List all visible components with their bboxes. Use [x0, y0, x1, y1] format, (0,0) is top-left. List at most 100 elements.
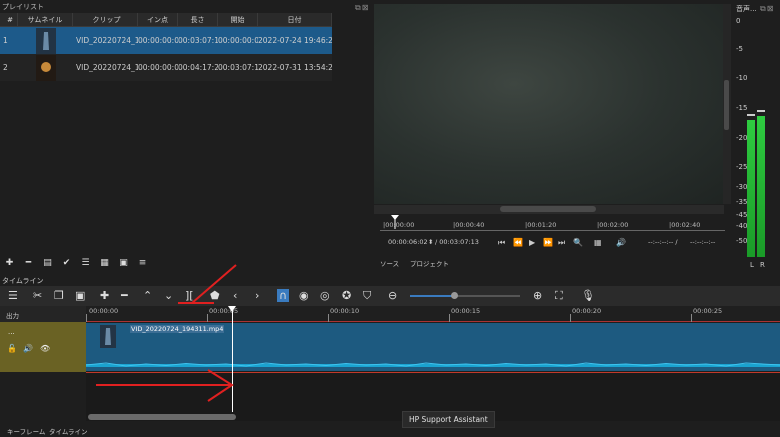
- fast-forward-icon[interactable]: ⏩: [543, 238, 553, 247]
- row-date: 2022-07-31 13:54:27: [258, 63, 332, 72]
- thumbnail: [18, 54, 73, 81]
- rewind-icon[interactable]: ⏪: [513, 238, 523, 247]
- remove-icon[interactable]: ━: [21, 257, 36, 269]
- menu-icon[interactable]: ≡: [135, 257, 150, 269]
- track-name[interactable]: ...: [8, 328, 15, 336]
- mute-icon[interactable]: 🔊: [23, 344, 33, 353]
- db-label: -45: [736, 211, 748, 219]
- timeline-hscroll-thumb[interactable]: [88, 414, 236, 420]
- timeline-ruler[interactable]: 00:00:00 00:00:05 00:00:10 00:00:15 00:0…: [86, 306, 780, 322]
- row-start: 00:03:07:13: [218, 63, 258, 72]
- ruler-tick: [86, 314, 87, 322]
- ruler-label: |00:00:40: [453, 221, 485, 229]
- grid-view-icon[interactable]: ▦: [97, 257, 112, 269]
- row-num: 1: [3, 36, 8, 45]
- volume-icon[interactable]: 🔊: [616, 238, 626, 247]
- pane-float-icon[interactable]: ⧉⊠: [355, 3, 369, 13]
- thumbnail: [18, 27, 73, 54]
- zoom-in-icon[interactable]: ⊕: [533, 289, 542, 302]
- list-view-icon[interactable]: ☰: [78, 257, 93, 269]
- output-label: 出力: [6, 312, 19, 320]
- video-preview[interactable]: [374, 4, 724, 204]
- annotation-arrow: [178, 264, 237, 304]
- player-hscroll-thumb[interactable]: [500, 206, 596, 212]
- tab-project[interactable]: プロジェクト: [410, 258, 449, 268]
- row-clip: VID_20220724_1...: [76, 36, 138, 45]
- ruler-tick: [449, 314, 450, 322]
- col-thumb[interactable]: サムネイル: [18, 13, 73, 27]
- cut-icon[interactable]: ✂: [33, 289, 42, 302]
- lock-icon[interactable]: 🔓: [7, 344, 17, 353]
- record-audio-icon[interactable]: 🎙: [581, 289, 595, 302]
- col-in[interactable]: イン点: [138, 13, 178, 26]
- ruler-label: |00:01:20: [525, 221, 557, 229]
- snap-icon[interactable]: ∩: [277, 289, 290, 302]
- ruler-label: 00:00:10: [330, 307, 360, 315]
- tab-keyframes[interactable]: キーフレーム: [7, 426, 45, 436]
- tab-timeline[interactable]: タイムライン: [49, 426, 88, 436]
- db-label: 0: [736, 17, 741, 25]
- player-vscroll-thumb[interactable]: [724, 80, 729, 130]
- scrub-icon[interactable]: ◉: [299, 289, 309, 302]
- eye-icon[interactable]: 👁: [40, 344, 50, 353]
- col-clip[interactable]: クリップ: [73, 13, 138, 26]
- db-label: -40: [736, 222, 748, 230]
- zoom-icon[interactable]: 🔍: [573, 238, 583, 247]
- playlist-row[interactable]: 2 VID_20220724_1... 00:00:00:00 00:04:17…: [0, 54, 332, 81]
- skip-end-icon[interactable]: ⏭: [558, 238, 565, 248]
- zoom-slider-handle[interactable]: [451, 292, 458, 299]
- col-length[interactable]: 長さ: [178, 13, 218, 26]
- row-start: 00:00:00:00: [218, 36, 258, 45]
- ripple-all-icon[interactable]: ✪: [342, 289, 351, 302]
- tooltip: HP Support Assistant: [402, 411, 495, 428]
- zoom-fit-icon[interactable]: ⛶: [555, 289, 563, 303]
- detail-view-icon[interactable]: ▣: [116, 257, 131, 269]
- meter-left-label: L: [750, 261, 754, 269]
- skip-start-icon[interactable]: ⏮: [498, 238, 505, 248]
- col-start[interactable]: 開始: [218, 13, 258, 26]
- play-icon[interactable]: ▶: [529, 238, 535, 247]
- ripple-icon[interactable]: ◎: [320, 289, 330, 302]
- grid-icon[interactable]: ▦: [594, 238, 602, 247]
- ruler-tick: [207, 314, 208, 322]
- tab-source[interactable]: ソース: [380, 258, 399, 268]
- zoom-out-icon[interactable]: ⊖: [388, 289, 397, 302]
- playlist-title: プレイリスト: [2, 3, 44, 11]
- remove-icon[interactable]: ━: [121, 289, 128, 302]
- ruler-label: 00:00:15: [451, 307, 481, 315]
- menu-icon[interactable]: ☰: [8, 289, 18, 302]
- paste-icon[interactable]: ▣: [75, 289, 85, 302]
- in-out-timecode: --:--:--:-- /: [648, 238, 678, 246]
- db-label: -10: [736, 74, 748, 82]
- row-num: 2: [3, 63, 8, 72]
- copy-icon[interactable]: ❐: [54, 289, 64, 302]
- row-in: 00:00:00:00: [138, 36, 178, 45]
- update-icon[interactable]: ▤: [40, 257, 55, 269]
- ripple-markers-icon[interactable]: ⛉: [363, 289, 371, 303]
- ruler-label: 00:00:25: [693, 307, 723, 315]
- next-marker-icon[interactable]: ›: [255, 289, 259, 302]
- ruler-tick: [691, 314, 692, 322]
- ruler-tick: [570, 314, 571, 322]
- lift-icon[interactable]: ⌃: [143, 289, 152, 302]
- video-track-header[interactable]: ... 🔓 🔊 👁: [0, 322, 86, 372]
- meter-pane-icon[interactable]: ⧉⊠: [760, 4, 774, 14]
- playlist-toolbar: ✚ ━ ▤ ✔ ☰ ▦ ▣ ≡: [2, 257, 150, 271]
- append-icon[interactable]: ✚: [100, 289, 109, 302]
- player-ruler[interactable]: |00:00:00 |00:00:40 |00:01:20 |00:02:00 …: [380, 215, 725, 231]
- db-label: -35: [736, 198, 748, 206]
- current-timecode[interactable]: 00:00:06:02: [388, 238, 428, 246]
- col-date[interactable]: 日付: [258, 13, 332, 26]
- transport-bar: 00:00:06:02 ⬍ / 00:03:07:13 ⏮ ⏪ ▶ ⏩ ⏭ 🔍 …: [380, 235, 725, 251]
- db-label: -30: [736, 183, 748, 191]
- ruler-label: 00:00:00: [89, 307, 119, 315]
- meter-right-label: R: [760, 261, 765, 269]
- db-label: -25: [736, 163, 748, 171]
- timecode-spinner-icon[interactable]: ⬍: [428, 238, 433, 246]
- meter-left-peak: [747, 114, 755, 116]
- add-icon[interactable]: ✚: [2, 257, 17, 269]
- col-num[interactable]: #: [0, 13, 18, 26]
- row-length: 00:04:17:28: [178, 63, 218, 72]
- playlist-row[interactable]: 1 VID_20220724_1... 00:00:00:00 00:03:07…: [0, 27, 332, 54]
- check-icon[interactable]: ✔: [59, 257, 74, 269]
